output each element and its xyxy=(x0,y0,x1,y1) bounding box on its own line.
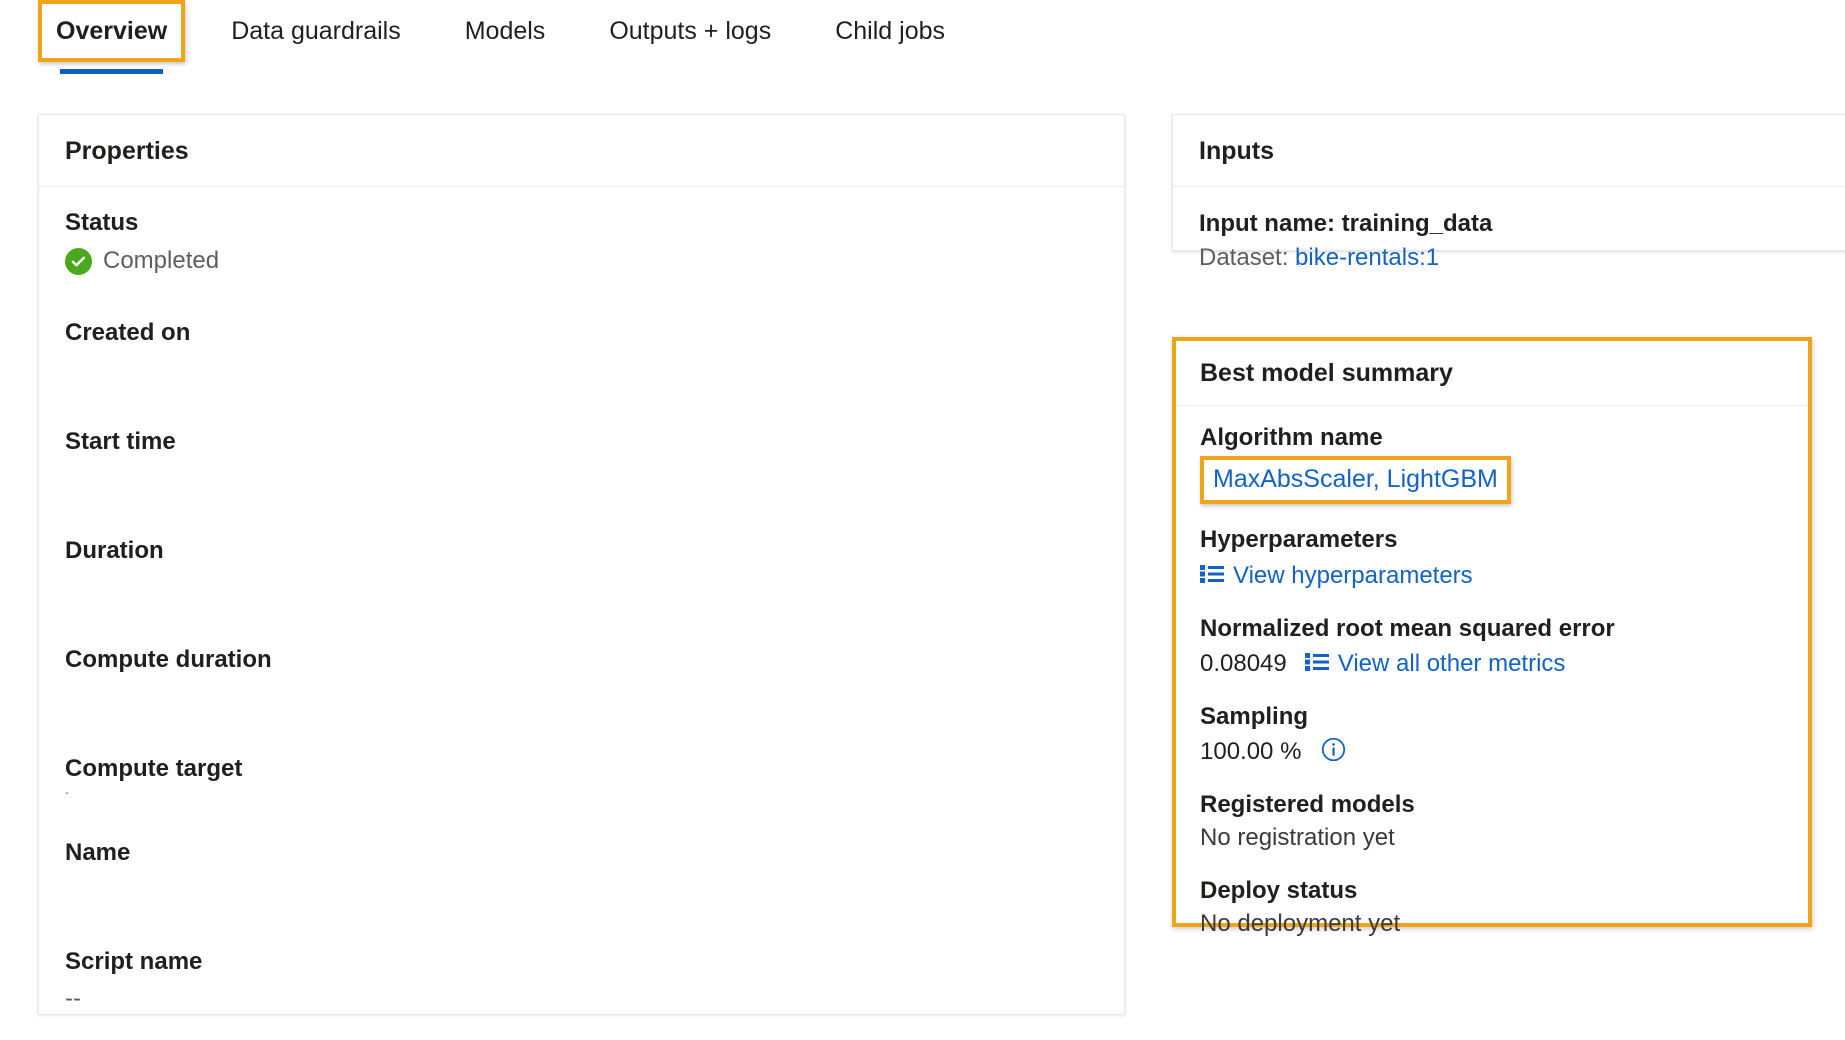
algorithm-name-label: Algorithm name xyxy=(1200,424,1383,451)
tab-models[interactable]: Models xyxy=(447,0,564,62)
view-all-other-metrics-link[interactable]: View all other metrics xyxy=(1338,647,1566,681)
property-label-status: Status xyxy=(65,209,139,236)
registered-models-label: Registered models xyxy=(1200,791,1415,818)
property-label-compute-target: Compute target xyxy=(65,755,243,782)
info-circle-icon[interactable] xyxy=(1321,737,1346,767)
best-model-row-registered-models: Registered models No registration yet xyxy=(1200,789,1784,855)
tab-models-label: Models xyxy=(464,16,546,45)
inputs-panel-body: Input name: training_data Dataset: bike-… xyxy=(1173,187,1845,293)
tab-overview-label: Overview xyxy=(56,16,168,45)
property-value-compute-duration xyxy=(65,680,1098,714)
best-model-row-hyperparameters: Hyperparameters View hyperparameters xyxy=(1200,524,1784,593)
registered-models-value: No registration yet xyxy=(1200,824,1395,851)
property-row-status: Status Completed xyxy=(65,207,1098,278)
property-value-start-time xyxy=(65,462,1098,496)
property-value-name xyxy=(65,873,1098,907)
metric-label: Normalized root mean squared error xyxy=(1200,615,1615,642)
algorithm-name-link[interactable]: MaxAbsScaler, LightGBM xyxy=(1213,465,1498,493)
property-label-name: Name xyxy=(65,839,131,866)
best-model-row-metric: Normalized root mean squared error 0.080… xyxy=(1200,613,1784,681)
status-badge: Completed xyxy=(65,244,1098,278)
tab-data-guardrails-label: Data guardrails xyxy=(231,16,401,45)
input-dataset-row: Dataset: bike-rentals:1 xyxy=(1199,241,1845,275)
property-row-created-on: Created on xyxy=(65,317,1098,387)
property-value-script-name: -- xyxy=(65,985,81,1012)
property-value-compute-target[interactable]: - xyxy=(65,788,1098,799)
properties-panel-title: Properties xyxy=(39,115,1124,187)
best-model-summary-panel: Best model summary Algorithm name MaxAbs… xyxy=(1172,337,1812,937)
inputs-panel: Inputs Input name: training_data Dataset… xyxy=(1172,114,1845,271)
deploy-status-value: No deployment yet xyxy=(1200,910,1401,937)
sampling-value: 100.00 % xyxy=(1200,738,1302,765)
property-row-name: Name xyxy=(65,837,1098,907)
tab-child-jobs[interactable]: Child jobs xyxy=(817,0,963,62)
hyperparameters-label: Hyperparameters xyxy=(1200,526,1398,553)
sampling-value-row: 100.00 % xyxy=(1200,735,1784,769)
properties-panel-body: Status Completed Created on Start time D… xyxy=(39,187,1124,1040)
input-name-label: Input name: training_data xyxy=(1199,210,1493,237)
property-row-compute-target: Compute target - xyxy=(65,753,1098,799)
property-row-start-time: Start time xyxy=(65,426,1098,496)
best-model-summary-body: Algorithm name MaxAbsScaler, LightGBM Hy… xyxy=(1176,406,1808,959)
bulleted-list-icon xyxy=(1304,652,1329,676)
property-label-compute-duration: Compute duration xyxy=(65,646,272,673)
metric-value: 0.08049 xyxy=(1200,650,1287,677)
property-value-duration xyxy=(65,571,1098,605)
inputs-panel-title: Inputs xyxy=(1173,115,1845,187)
best-model-row-sampling: Sampling 100.00 % xyxy=(1200,701,1784,769)
metric-value-row: 0.08049 View all other metrics xyxy=(1200,647,1784,681)
view-all-other-metrics-row[interactable]: View all other metrics xyxy=(1304,647,1566,681)
properties-panel: Properties Status Completed Created on S… xyxy=(38,114,1125,1014)
property-row-compute-duration: Compute duration xyxy=(65,644,1098,714)
best-model-row-deploy-status: Deploy status No deployment yet xyxy=(1200,875,1784,941)
tab-child-jobs-label: Child jobs xyxy=(835,16,945,45)
property-label-start-time: Start time xyxy=(65,428,176,455)
view-hyperparameters-row[interactable]: View hyperparameters xyxy=(1200,559,1784,593)
best-model-row-algorithm: Algorithm name MaxAbsScaler, LightGBM xyxy=(1200,422,1784,504)
deploy-status-label: Deploy status xyxy=(1200,877,1358,904)
input-dataset-label: Dataset: xyxy=(1199,244,1296,271)
sampling-label: Sampling xyxy=(1200,703,1309,730)
view-hyperparameters-link[interactable]: View hyperparameters xyxy=(1233,559,1473,593)
tab-outputs-logs[interactable]: Outputs + logs xyxy=(591,0,789,62)
input-dataset-link[interactable]: bike-rentals:1 xyxy=(1295,244,1439,271)
property-label-duration: Duration xyxy=(65,537,164,564)
best-model-summary-title: Best model summary xyxy=(1176,341,1808,406)
property-value-status: Completed xyxy=(103,247,220,274)
property-row-duration: Duration xyxy=(65,535,1098,605)
check-circle-icon xyxy=(65,247,92,275)
bulleted-list-icon xyxy=(1200,564,1224,588)
property-label-script-name: Script name xyxy=(65,948,203,975)
property-label-created-on: Created on xyxy=(65,319,191,346)
tab-outputs-logs-label: Outputs + logs xyxy=(609,16,772,45)
tab-bar: Overview Data guardrails Models Outputs … xyxy=(0,0,1845,90)
property-value-created-on xyxy=(65,353,1098,387)
property-row-script-name: Script name -- xyxy=(65,946,1098,1016)
tab-data-guardrails[interactable]: Data guardrails xyxy=(213,0,419,62)
tab-active-underline xyxy=(60,69,164,74)
algorithm-name-highlight-box: MaxAbsScaler, LightGBM xyxy=(1200,456,1511,504)
tab-overview[interactable]: Overview xyxy=(38,0,186,74)
